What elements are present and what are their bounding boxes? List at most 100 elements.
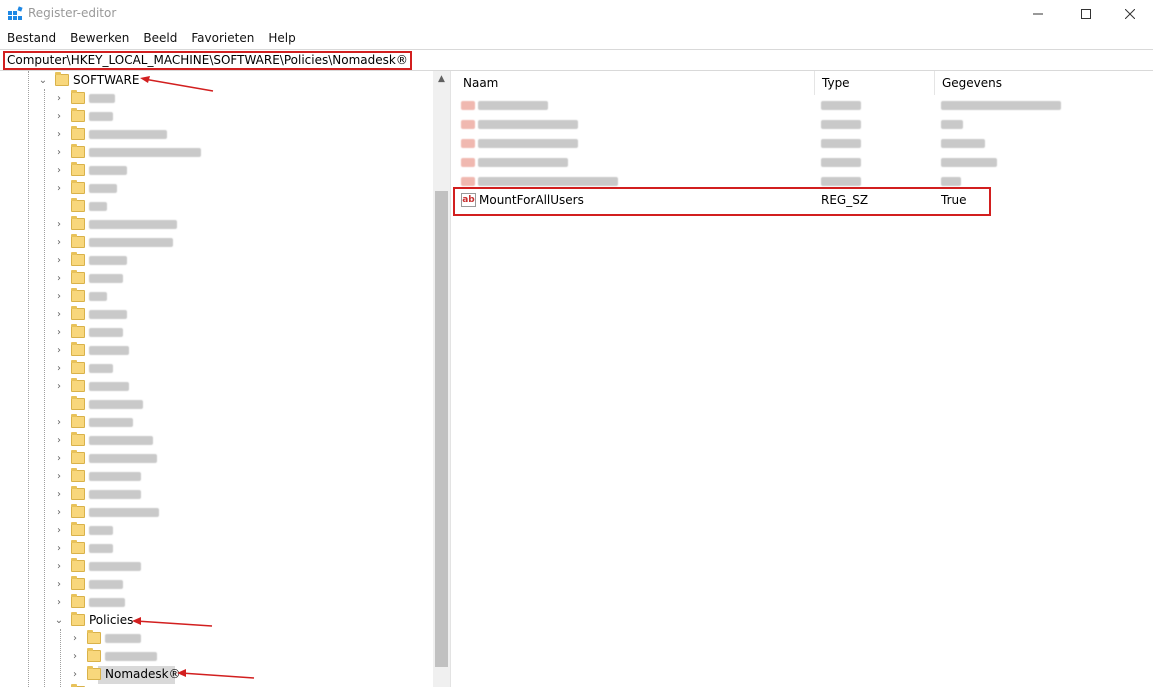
tree-item[interactable]: ›: [0, 378, 430, 396]
value-row[interactable]: [456, 116, 1153, 135]
tree-item[interactable]: ›: [0, 486, 430, 504]
tree-item-label: [89, 562, 141, 571]
tree-item[interactable]: [0, 396, 430, 414]
value-row[interactable]: [456, 154, 1153, 173]
tree-item-policies[interactable]: ⌄ Policies: [0, 612, 430, 630]
value-row[interactable]: [456, 135, 1153, 154]
tree-item-label: [89, 274, 123, 283]
chevron-down-icon[interactable]: ⌄: [37, 74, 49, 88]
menu-bewerken[interactable]: Bewerken: [63, 28, 136, 48]
column-header-data[interactable]: Gegevens: [935, 71, 1153, 95]
chevron-right-icon[interactable]: ›: [53, 542, 65, 556]
chevron-right-icon[interactable]: ›: [53, 452, 65, 466]
registry-tree: ⌄ SOFTWARE › › › › › › › › › › › › › › › › › › › › › › › › › › › ⌄…: [0, 71, 451, 687]
tree-item[interactable]: ›: [0, 594, 430, 612]
menu-beeld[interactable]: Beeld: [136, 28, 184, 48]
scroll-up-icon[interactable]: ▲: [433, 71, 450, 88]
chevron-right-icon[interactable]: ›: [53, 434, 65, 448]
chevron-right-icon[interactable]: ›: [53, 380, 65, 394]
chevron-right-icon[interactable]: ›: [53, 506, 65, 520]
tree-item[interactable]: ›: [0, 432, 430, 450]
chevron-right-icon[interactable]: ›: [53, 290, 65, 304]
address-path-input[interactable]: Computer\HKEY_LOCAL_MACHINE\SOFTWARE\Pol…: [3, 51, 412, 70]
chevron-right-icon[interactable]: ›: [53, 560, 65, 574]
tree-item-label: [105, 652, 157, 661]
tree-item[interactable]: [0, 198, 430, 216]
chevron-right-icon[interactable]: ›: [53, 362, 65, 376]
column-header-name[interactable]: Naam: [456, 71, 815, 95]
chevron-right-icon[interactable]: ›: [53, 146, 65, 160]
chevron-right-icon[interactable]: ›: [53, 272, 65, 286]
chevron-right-icon[interactable]: ›: [69, 650, 81, 664]
chevron-right-icon[interactable]: ›: [69, 668, 81, 682]
tree-item[interactable]: ›: [0, 306, 430, 324]
tree-item[interactable]: ›: [0, 450, 430, 468]
chevron-right-icon[interactable]: ›: [53, 488, 65, 502]
chevron-right-icon[interactable]: ›: [53, 470, 65, 484]
tree-item[interactable]: ›: [0, 180, 430, 198]
menu-favorieten[interactable]: Favorieten: [184, 28, 261, 48]
tree-item[interactable]: ›: [0, 324, 430, 342]
tree-item[interactable]: ›: [0, 216, 430, 234]
tree-item[interactable]: ›: [0, 270, 430, 288]
chevron-right-icon[interactable]: ›: [53, 578, 65, 592]
chevron-right-icon[interactable]: ›: [53, 254, 65, 268]
chevron-right-icon[interactable]: ›: [53, 92, 65, 106]
tree-item[interactable]: ›: [0, 162, 430, 180]
reg-string-icon: [461, 120, 475, 129]
maximize-button[interactable]: [1063, 0, 1109, 28]
folder-icon: [71, 90, 85, 104]
chevron-right-icon[interactable]: ›: [53, 128, 65, 142]
chevron-right-icon[interactable]: ›: [53, 236, 65, 250]
tree-item[interactable]: ›: [0, 252, 430, 270]
tree-item[interactable]: ›: [0, 360, 430, 378]
value-row[interactable]: [456, 97, 1153, 116]
menu-help[interactable]: Help: [261, 28, 302, 48]
folder-icon: [71, 486, 85, 500]
chevron-right-icon[interactable]: ›: [53, 596, 65, 610]
chevron-right-icon[interactable]: ›: [53, 344, 65, 358]
minimize-button[interactable]: [1015, 0, 1061, 28]
tree-item[interactable]: ›: [0, 630, 430, 648]
chevron-down-icon[interactable]: ⌄: [53, 614, 65, 628]
column-header-type[interactable]: Type: [815, 71, 935, 95]
tree-item[interactable]: ›: [0, 468, 430, 486]
folder-icon: [71, 108, 85, 122]
chevron-right-icon[interactable]: ›: [53, 416, 65, 430]
value-name: [478, 101, 548, 110]
tree-scrollbar[interactable]: ▲: [433, 71, 450, 687]
chevron-right-icon[interactable]: ›: [53, 218, 65, 232]
tree-item[interactable]: ›: [0, 144, 430, 162]
close-button[interactable]: [1107, 0, 1153, 28]
tree-item[interactable]: ›: [0, 522, 430, 540]
tree-item-label: [89, 310, 127, 319]
tree-item[interactable]: ›: [0, 504, 430, 522]
tree-item-label: [89, 328, 123, 337]
chevron-right-icon[interactable]: ›: [53, 308, 65, 322]
chevron-right-icon[interactable]: ›: [69, 632, 81, 646]
tree-item-label: [89, 148, 201, 157]
tree-item[interactable]: ›: [0, 648, 430, 666]
tree-item[interactable]: ›: [0, 558, 430, 576]
tree-item[interactable]: ›: [0, 108, 430, 126]
tree-item[interactable]: ›: [0, 576, 430, 594]
tree-item[interactable]: ›: [0, 126, 430, 144]
folder-icon: [71, 432, 85, 446]
chevron-right-icon[interactable]: ›: [53, 182, 65, 196]
chevron-right-icon[interactable]: ›: [53, 110, 65, 124]
maximize-icon: [1081, 9, 1091, 19]
chevron-right-icon[interactable]: ›: [53, 524, 65, 538]
menu-bestand[interactable]: Bestand: [0, 28, 63, 48]
tree-item[interactable]: ›: [0, 540, 430, 558]
folder-icon: [87, 666, 101, 680]
annotation-arrow: [177, 669, 255, 679]
tree-item[interactable]: ›: [0, 288, 430, 306]
tree-item[interactable]: ›: [0, 234, 430, 252]
scroll-thumb[interactable]: [435, 191, 448, 667]
values-pane: Naam Type Gegevens ab MountForAllUsers R…: [456, 71, 1153, 687]
tree-item[interactable]: ›: [0, 342, 430, 360]
tree-item[interactable]: ›: [0, 414, 430, 432]
chevron-right-icon[interactable]: ›: [53, 326, 65, 340]
title-bar: Register-editor: [0, 0, 1153, 28]
chevron-right-icon[interactable]: ›: [53, 164, 65, 178]
